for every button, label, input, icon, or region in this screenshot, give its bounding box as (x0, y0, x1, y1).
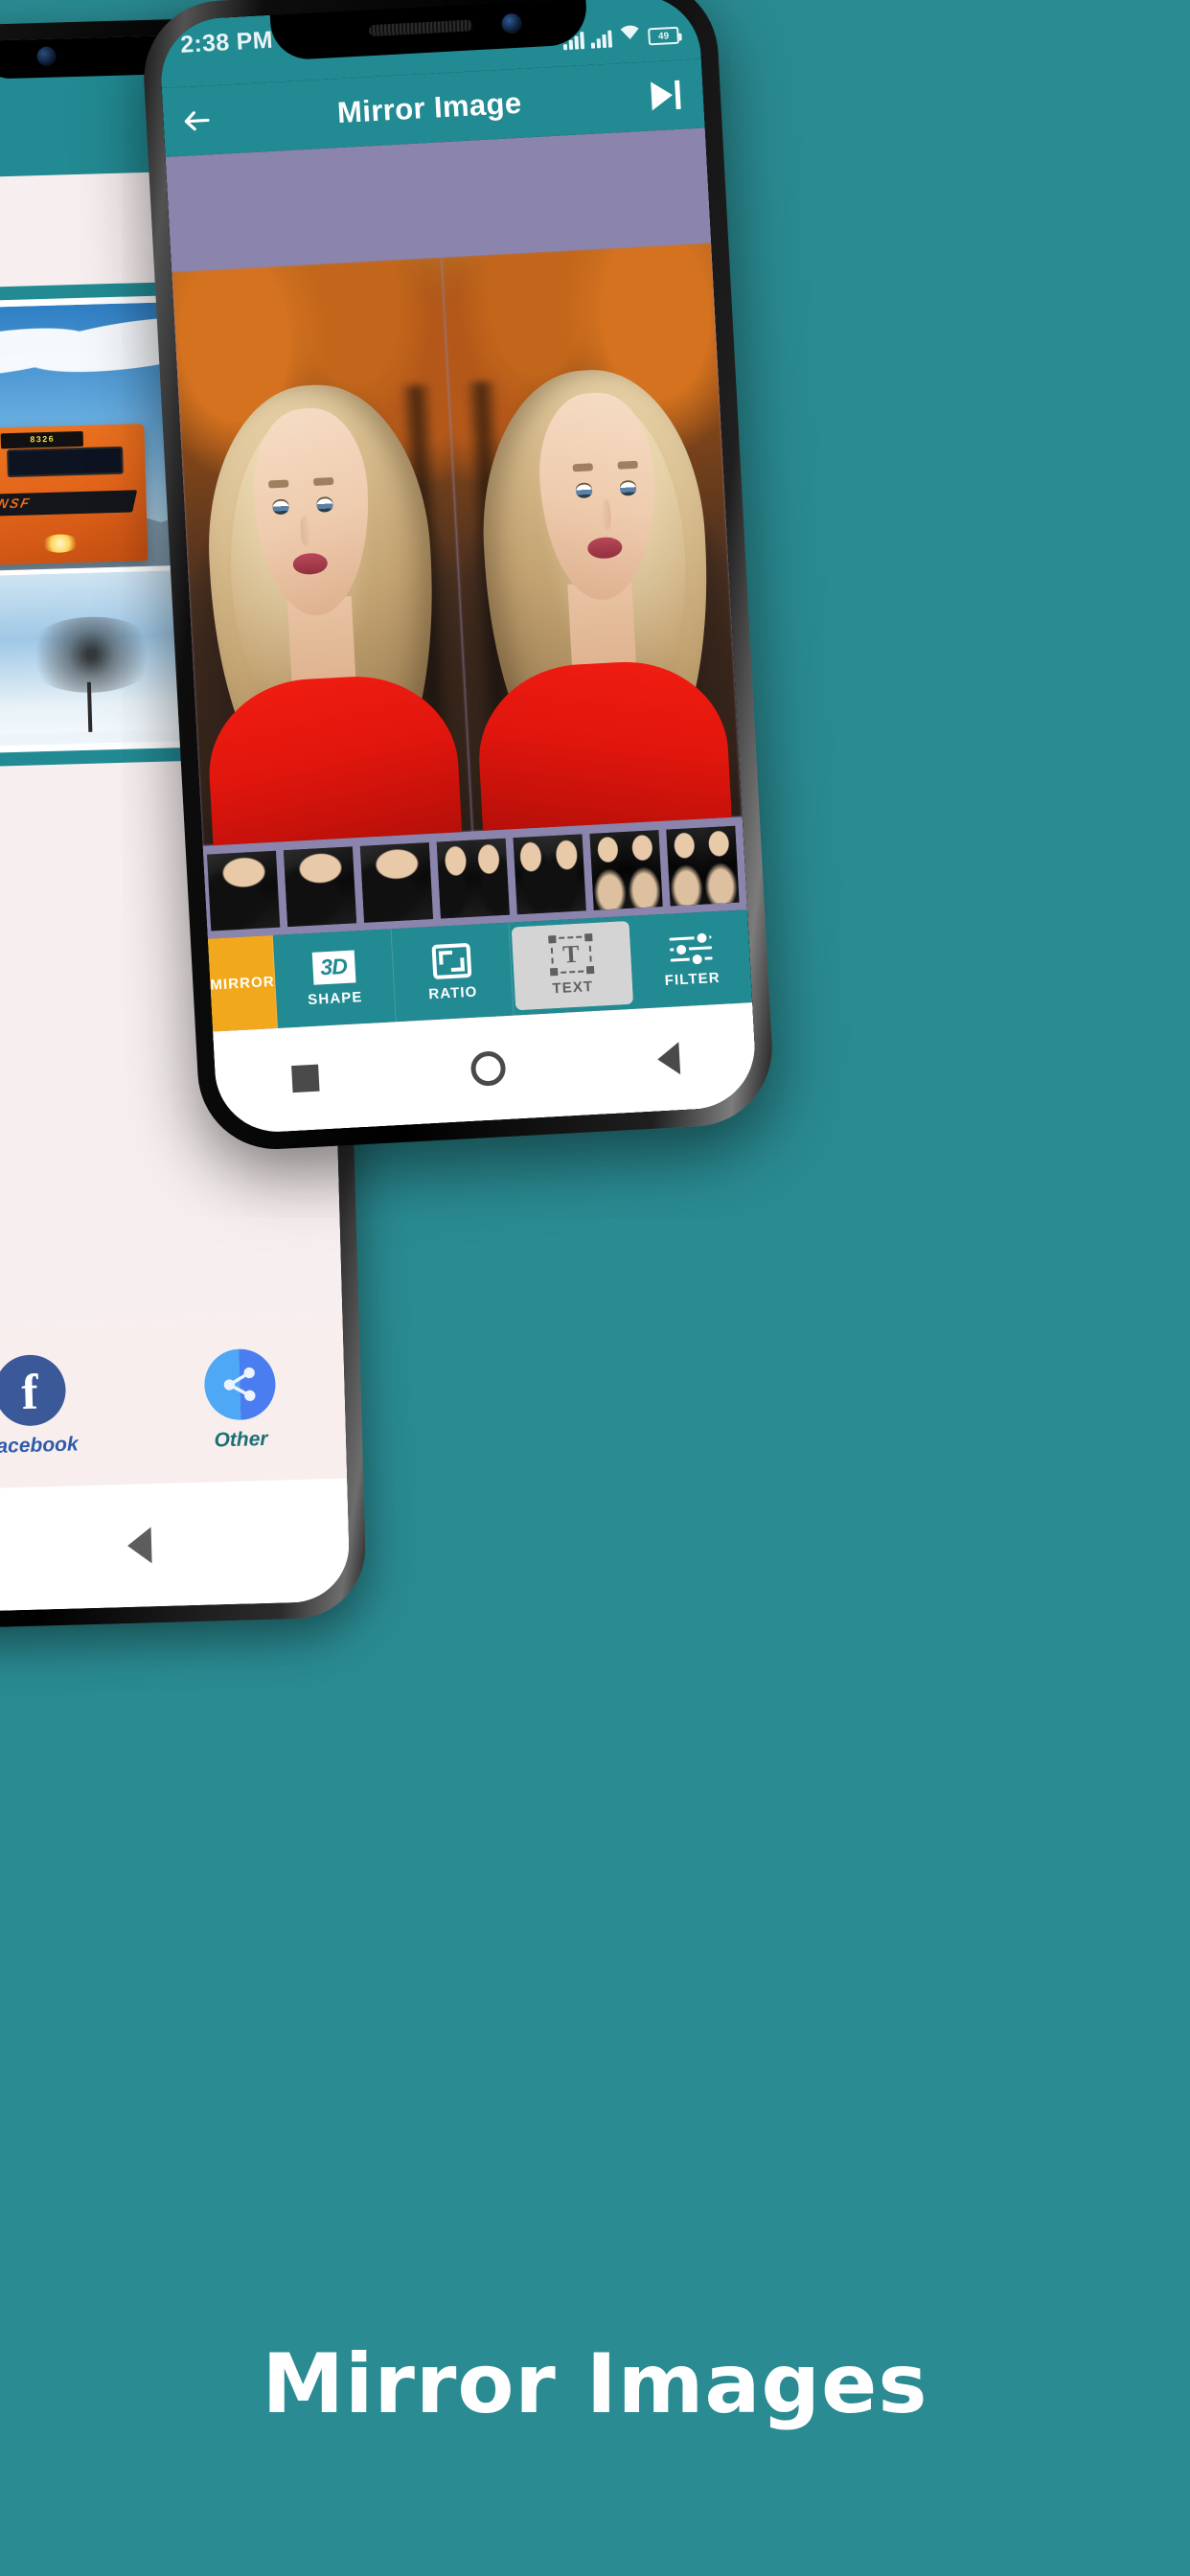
loco-brand: BNSF (0, 494, 33, 512)
mirror-preset-thumbnail[interactable] (666, 825, 740, 907)
photo-half-left (172, 257, 473, 846)
signal-bars-icon-sim2 (590, 29, 613, 49)
photo-half-right (441, 242, 743, 832)
right-phone-mockup: 2:38 PM 4G+ 49 (139, 0, 777, 1154)
tool-filter-label: FILTER (664, 969, 721, 989)
mirror-preset-thumbnail[interactable] (283, 846, 357, 928)
wifi-icon (618, 22, 642, 47)
tool-mirror-label: MIRROR (209, 973, 276, 994)
battery-percent-label: 49 (657, 30, 670, 42)
battery-icon: 49 (648, 26, 680, 46)
tool-text[interactable]: T TEXT (511, 920, 633, 1011)
facebook-icon: f (0, 1353, 67, 1427)
editor-canvas[interactable] (165, 127, 747, 939)
front-camera-icon (501, 12, 523, 34)
share-facebook-button[interactable]: f Facebook (0, 1351, 136, 1460)
tool-shape-label: SHAPE (307, 988, 363, 1008)
right-phone-screen: 2:38 PM 4G+ 49 (157, 0, 759, 1136)
left-share-row: f Facebook Other (0, 1315, 348, 1490)
share-other-button[interactable]: Other (133, 1346, 346, 1454)
share-nodes-icon (202, 1347, 276, 1421)
share-other-label: Other (214, 1427, 268, 1451)
promo-caption: Mirror Images (262, 2336, 928, 2432)
3d-icon: 3D (311, 949, 355, 985)
text-icon-glyph: T (561, 939, 581, 969)
share-facebook-label: Facebook (0, 1432, 79, 1458)
loco-number-right: 8326 (0, 431, 84, 449)
earpiece-speaker-icon (368, 19, 473, 37)
play-next-icon[interactable] (628, 79, 704, 111)
status-clock: 2:38 PM (179, 26, 274, 58)
tool-ratio-label: RATIO (427, 983, 478, 1002)
tool-mirror[interactable]: MIRROR (207, 934, 279, 1032)
mirror-preset-thumbnail[interactable] (207, 850, 281, 932)
mirror-preset-thumbnail[interactable] (589, 830, 663, 910)
front-camera-icon (36, 46, 57, 67)
sliders-icon (669, 929, 713, 968)
square-icon[interactable] (290, 1064, 320, 1093)
mirror-preset-thumbnail[interactable] (513, 834, 586, 915)
tool-ratio[interactable]: RATIO (391, 922, 515, 1023)
tool-filter[interactable]: FILTER (630, 909, 752, 1008)
mirrored-photo[interactable] (172, 242, 743, 846)
page-title: Mirror Image (336, 85, 523, 130)
tool-text-label: TEXT (552, 978, 594, 997)
back-triangle-icon[interactable] (126, 1527, 152, 1565)
mirror-preset-thumbnail[interactable] (359, 842, 434, 923)
right-phone-bezel: 2:38 PM 4G+ 49 (157, 0, 759, 1136)
left-system-nav-bar (0, 1478, 351, 1613)
back-triangle-icon[interactable] (655, 1042, 680, 1076)
circle-icon[interactable] (469, 1050, 506, 1088)
ratio-icon (431, 942, 471, 979)
tool-shape[interactable]: 3D SHAPE (273, 929, 397, 1028)
text-box-icon: T (547, 932, 595, 976)
arrow-left-icon[interactable] (163, 103, 232, 139)
mirror-preset-thumbnail[interactable] (436, 838, 510, 919)
